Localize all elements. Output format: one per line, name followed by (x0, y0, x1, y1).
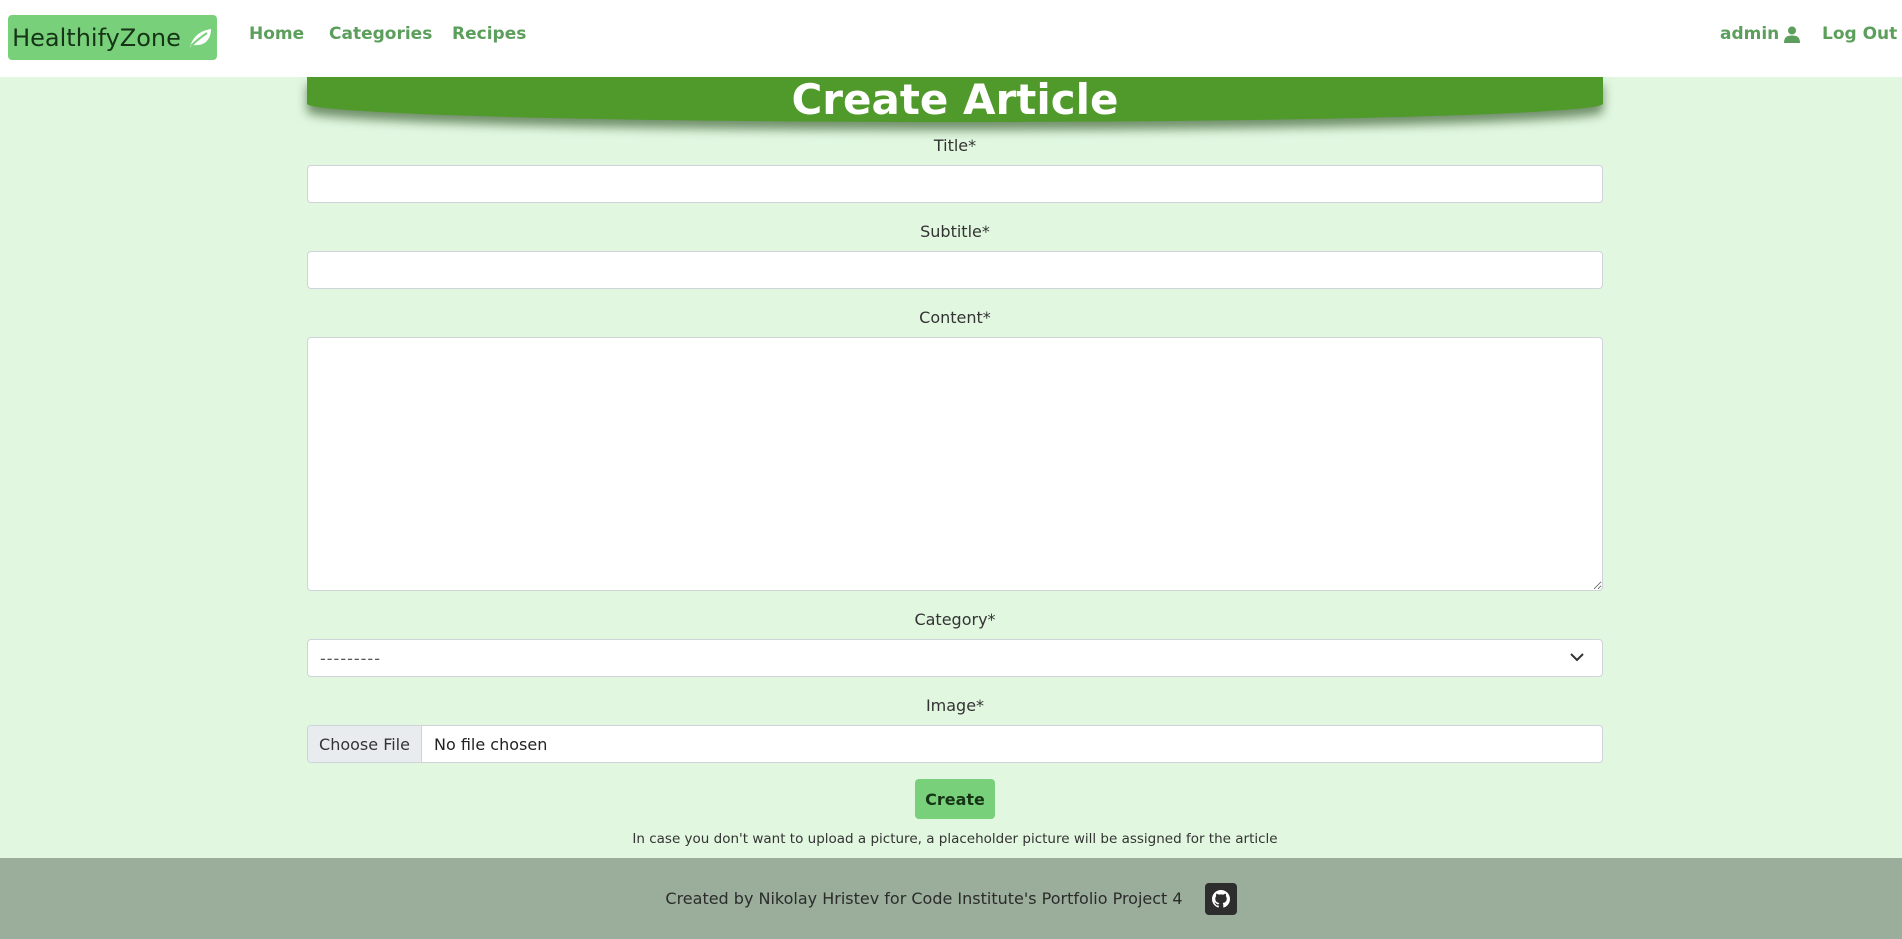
placeholder-hint: In case you don't want to upload a pictu… (632, 831, 1278, 847)
category-select[interactable]: --------- (307, 639, 1603, 677)
subtitle-input[interactable] (307, 251, 1603, 289)
nav-home-link[interactable]: Home (249, 24, 304, 44)
chevron-down-icon (1570, 653, 1584, 662)
footer-credit: Created by Nikolay Hristev for Code Inst… (665, 889, 1183, 908)
title-label: Title* (933, 136, 977, 155)
logout-link[interactable]: Log Out (1822, 24, 1897, 44)
brand-name: HealthifyZone (12, 23, 181, 52)
brand-logo[interactable]: HealthifyZone (8, 15, 217, 60)
category-label: Category* (914, 610, 996, 629)
nav-recipes-link[interactable]: Recipes (452, 24, 526, 44)
image-label: Image* (925, 696, 985, 715)
user-name: admin (1720, 24, 1780, 44)
content-textarea[interactable] (307, 337, 1603, 591)
image-file-input[interactable]: Choose File No file chosen (307, 725, 1603, 763)
github-link[interactable] (1204, 882, 1237, 915)
create-button[interactable]: Create (915, 779, 995, 819)
category-selected-value: --------- (320, 648, 381, 668)
title-input[interactable] (307, 165, 1603, 203)
user-icon (1784, 26, 1801, 43)
subtitle-label: Subtitle* (920, 222, 990, 241)
footer: Created by Nikolay Hristev for Code Inst… (0, 858, 1902, 939)
file-status-text: No file chosen (434, 734, 548, 754)
navbar: HealthifyZone Home Categories Recipes ad… (0, 0, 1902, 77)
leaf-icon (189, 28, 211, 47)
nav-categories-link[interactable]: Categories (329, 24, 432, 44)
nav-user-link[interactable]: admin (1720, 24, 1801, 44)
content-label: Content* (919, 308, 991, 327)
choose-file-button[interactable]: Choose File (308, 726, 422, 762)
github-icon (1211, 889, 1230, 908)
page-title: Create Article (307, 77, 1603, 123)
